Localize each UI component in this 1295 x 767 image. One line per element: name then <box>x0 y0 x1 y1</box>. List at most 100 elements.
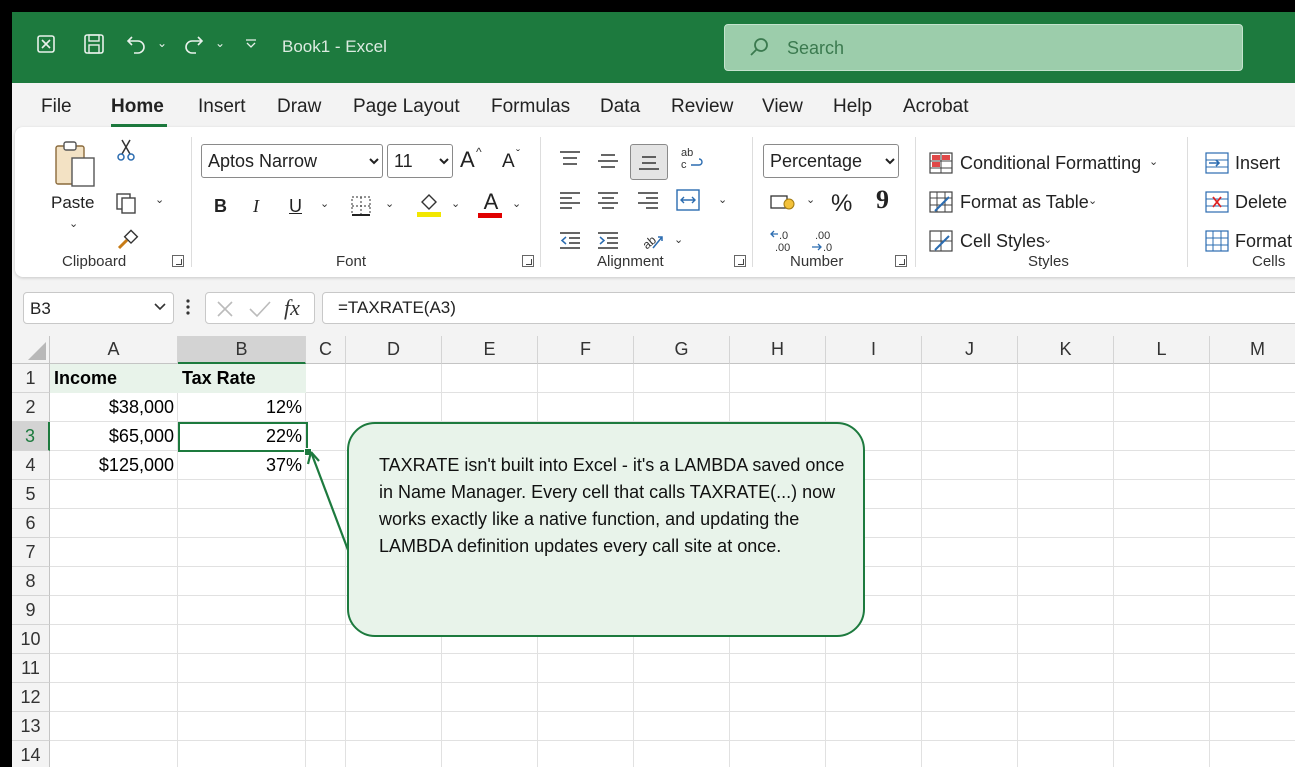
alignment-launcher-icon[interactable] <box>734 255 746 267</box>
column-header-l[interactable]: L <box>1114 336 1210 364</box>
font-color-icon[interactable]: A <box>477 189 505 219</box>
column-header-i[interactable]: I <box>826 336 922 364</box>
tab-insert[interactable]: Insert <box>198 96 246 118</box>
save-icon[interactable] <box>82 32 106 56</box>
font-name-select[interactable]: Aptos Narrow <box>201 144 383 178</box>
clipboard-launcher-icon[interactable] <box>172 255 184 267</box>
fill-color-dropdown-icon[interactable]: ⌄ <box>451 197 460 210</box>
row-header-12[interactable]: 12 <box>12 683 50 712</box>
accounting-format-icon[interactable] <box>768 189 798 215</box>
cell-styles-icon[interactable] <box>928 229 954 253</box>
row-header-5[interactable]: 5 <box>12 480 50 509</box>
enter-icon[interactable] <box>248 299 272 324</box>
cell-styles-button[interactable]: Cell Styles <box>960 231 1045 252</box>
row-header-14[interactable]: 14 <box>12 741 50 767</box>
decrease-indent-icon[interactable] <box>558 229 582 251</box>
undo-dropdown-icon[interactable]: ⌄ <box>157 36 167 50</box>
increase-decimal-icon[interactable]: .0.00 <box>768 227 798 255</box>
align-right-icon[interactable] <box>636 190 660 210</box>
font-launcher-icon[interactable] <box>522 255 534 267</box>
format-as-table-button[interactable]: Format as Table <box>960 192 1089 213</box>
row-header-10[interactable]: 10 <box>12 625 50 654</box>
accounting-dropdown-icon[interactable]: ⌄ <box>806 193 815 206</box>
insert-cells-icon[interactable] <box>1204 151 1230 175</box>
orientation-dropdown-icon[interactable]: ⌄ <box>674 233 683 246</box>
cell-a4[interactable]: $125,000 <box>50 451 178 480</box>
format-cells-icon[interactable] <box>1204 229 1230 253</box>
column-header-e[interactable]: E <box>442 336 538 364</box>
column-header-j[interactable]: J <box>922 336 1018 364</box>
align-center-icon[interactable] <box>596 190 620 210</box>
underline-dropdown-icon[interactable]: ⌄ <box>320 197 329 210</box>
redo-dropdown-icon[interactable]: ⌄ <box>215 36 225 50</box>
font-size-select[interactable]: 11 <box>387 144 453 178</box>
tab-home[interactable]: Home <box>111 96 164 118</box>
tab-page-layout[interactable]: Page Layout <box>353 96 460 118</box>
row-header-3[interactable]: 3 <box>12 422 50 451</box>
row-header-13[interactable]: 13 <box>12 712 50 741</box>
bold-button[interactable]: B <box>214 196 227 217</box>
row-header-2[interactable]: 2 <box>12 393 50 422</box>
tab-draw[interactable]: Draw <box>277 96 321 118</box>
copy-icon[interactable] <box>112 189 140 217</box>
paste-icon[interactable] <box>51 137 99 193</box>
row-header-9[interactable]: 9 <box>12 596 50 625</box>
percent-style-button[interactable]: % <box>831 190 852 218</box>
tab-formulas[interactable]: Formulas <box>491 96 570 118</box>
align-left-icon[interactable] <box>558 190 582 210</box>
conditional-formatting-dropdown-icon[interactable]: ⌄ <box>1149 155 1158 168</box>
align-bottom-icon[interactable] <box>630 144 668 180</box>
merge-center-icon[interactable] <box>675 188 701 212</box>
row-header-6[interactable]: 6 <box>12 509 50 538</box>
delete-cells-icon[interactable] <box>1204 190 1230 214</box>
select-all-button[interactable] <box>12 336 50 364</box>
tab-view[interactable]: View <box>762 96 803 118</box>
conditional-formatting-button[interactable]: Conditional Formatting <box>960 153 1141 174</box>
fill-color-icon[interactable] <box>415 189 443 219</box>
formula-input[interactable] <box>322 292 1295 324</box>
font-color-dropdown-icon[interactable]: ⌄ <box>512 197 521 210</box>
column-header-k[interactable]: K <box>1018 336 1114 364</box>
row-header-1[interactable]: 1 <box>12 364 50 393</box>
borders-icon[interactable] <box>348 193 374 219</box>
tab-help[interactable]: Help <box>833 96 872 118</box>
cell-a2[interactable]: $38,000 <box>50 393 178 422</box>
align-middle-icon[interactable] <box>596 151 620 171</box>
row-header-11[interactable]: 11 <box>12 654 50 683</box>
column-header-m[interactable]: M <box>1210 336 1295 364</box>
merge-dropdown-icon[interactable]: ⌄ <box>718 193 727 206</box>
number-format-select[interactable]: Percentage <box>763 144 899 178</box>
grow-font-button[interactable]: A <box>460 147 475 173</box>
underline-button[interactable]: U <box>289 196 302 217</box>
redo-icon[interactable] <box>182 32 206 56</box>
row-header-8[interactable]: 8 <box>12 567 50 596</box>
orientation-icon[interactable]: ab <box>638 227 666 253</box>
align-top-icon[interactable] <box>558 149 582 169</box>
format-painter-icon[interactable] <box>114 226 140 254</box>
tab-file[interactable]: File <box>41 96 72 118</box>
paste-dropdown-icon[interactable]: ⌄ <box>69 217 78 230</box>
cancel-icon[interactable] <box>215 299 235 324</box>
formula-bar-options-icon[interactable] <box>185 298 191 321</box>
copy-dropdown-icon[interactable]: ⌄ <box>155 193 164 206</box>
column-header-d[interactable]: D <box>346 336 442 364</box>
cell-b1[interactable]: Tax Rate <box>178 364 306 393</box>
cell-a3[interactable]: $65,000 <box>50 422 178 451</box>
row-header-7[interactable]: 7 <box>12 538 50 567</box>
name-box[interactable]: B3 <box>23 292 174 324</box>
cell-a1[interactable]: Income <box>50 364 178 393</box>
name-box-dropdown-icon[interactable] <box>153 299 167 318</box>
customize-toolbar-icon[interactable] <box>245 38 257 52</box>
increase-indent-icon[interactable] <box>596 229 620 251</box>
column-header-a[interactable]: A <box>50 336 178 364</box>
cell-b2[interactable]: 12% <box>178 393 306 422</box>
undo-icon[interactable] <box>124 32 148 56</box>
cut-icon[interactable] <box>115 137 137 163</box>
number-launcher-icon[interactable] <box>895 255 907 267</box>
column-header-h[interactable]: H <box>730 336 826 364</box>
wrap-text-icon[interactable]: ab c <box>678 145 704 173</box>
format-cells-button[interactable]: Format <box>1235 231 1292 252</box>
cell-styles-dropdown-icon[interactable]: ⌄ <box>1043 233 1052 246</box>
format-as-table-icon[interactable] <box>928 190 954 214</box>
tab-review[interactable]: Review <box>671 96 733 118</box>
